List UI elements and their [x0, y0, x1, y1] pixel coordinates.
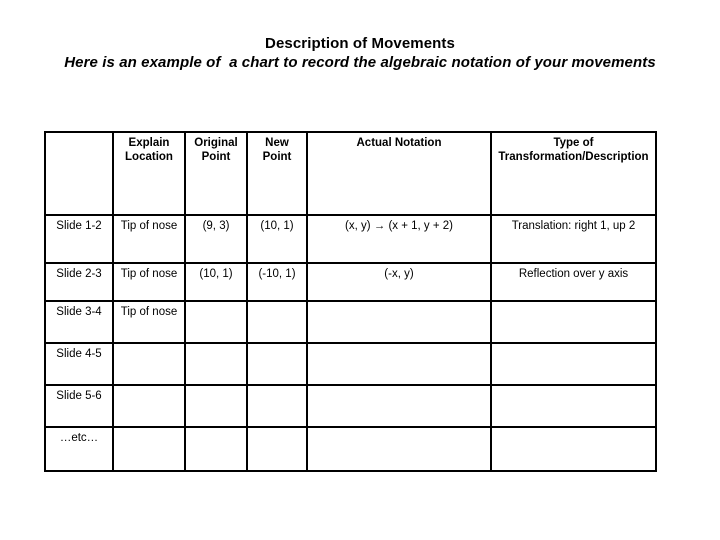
- cell-type-of-transformation[interactable]: [490, 384, 657, 428]
- cell-explain-location[interactable]: Tip of nose: [112, 214, 186, 264]
- cell-slide: Slide 5-6: [44, 384, 114, 428]
- table-row: Slide 2-3 Tip of nose (10, 1) (-10, 1) (…: [44, 262, 657, 302]
- column-header-new-point: New Point: [246, 131, 308, 216]
- cell-slide: Slide 1-2: [44, 214, 114, 264]
- slide-canvas: Description of Movements Here is an exam…: [0, 0, 720, 540]
- table-header-row: Explain Location Original Point New Poin…: [44, 131, 657, 216]
- cell-actual-notation[interactable]: (x, y) → (x + 1, y + 2): [306, 214, 492, 264]
- page-subtitle: Here is an example of a chart to record …: [64, 54, 656, 71]
- cell-original-point[interactable]: [184, 342, 248, 386]
- cell-type-of-transformation[interactable]: [490, 426, 657, 472]
- cell-explain-location[interactable]: Tip of nose: [112, 262, 186, 302]
- table-row: Slide 1-2 Tip of nose (9, 3) (10, 1) (x,…: [44, 214, 657, 264]
- cell-new-point[interactable]: (10, 1): [246, 214, 308, 264]
- cell-type-of-transformation[interactable]: Translation: right 1, up 2: [490, 214, 657, 264]
- cell-actual-notation[interactable]: (-x, y): [306, 262, 492, 302]
- page-title: Description of Movements: [265, 35, 455, 52]
- title-block: Description of Movements Here is an exam…: [36, 34, 684, 73]
- table-row: Slide 4-5: [44, 342, 657, 386]
- column-header-original-point: Original Point: [184, 131, 248, 216]
- cell-new-point[interactable]: [246, 426, 308, 472]
- cell-new-point[interactable]: [246, 300, 308, 344]
- cell-actual-notation[interactable]: [306, 300, 492, 344]
- cell-original-point[interactable]: (10, 1): [184, 262, 248, 302]
- table-header: Explain Location Original Point New Poin…: [44, 131, 657, 216]
- column-header-explain-location: Explain Location: [112, 131, 186, 216]
- cell-type-of-transformation[interactable]: Reflection over y axis: [490, 262, 657, 302]
- table-row: Slide 5-6: [44, 384, 657, 428]
- table-row: Slide 3-4 Tip of nose: [44, 300, 657, 344]
- cell-actual-notation[interactable]: [306, 426, 492, 472]
- table-body: Slide 1-2 Tip of nose (9, 3) (10, 1) (x,…: [44, 214, 657, 472]
- column-header-type-of-transformation: Type of Transformation/Description: [490, 131, 657, 216]
- cell-type-of-transformation[interactable]: [490, 342, 657, 386]
- cell-slide: Slide 4-5: [44, 342, 114, 386]
- cell-new-point[interactable]: [246, 384, 308, 428]
- movements-chart-table: Explain Location Original Point New Poin…: [44, 131, 657, 472]
- cell-explain-location[interactable]: Tip of nose: [112, 300, 186, 344]
- cell-actual-notation[interactable]: [306, 384, 492, 428]
- cell-new-point[interactable]: [246, 342, 308, 386]
- cell-original-point[interactable]: [184, 426, 248, 472]
- column-header-actual-notation: Actual Notation: [306, 131, 492, 216]
- cell-explain-location[interactable]: [112, 342, 186, 386]
- cell-new-point[interactable]: (-10, 1): [246, 262, 308, 302]
- cell-original-point[interactable]: [184, 300, 248, 344]
- cell-slide: …etc…: [44, 426, 114, 472]
- cell-slide: Slide 2-3: [44, 262, 114, 302]
- cell-actual-notation[interactable]: [306, 342, 492, 386]
- cell-type-of-transformation[interactable]: [490, 300, 657, 344]
- cell-slide: Slide 3-4: [44, 300, 114, 344]
- cell-original-point[interactable]: [184, 384, 248, 428]
- column-header-slide: [44, 131, 114, 216]
- cell-explain-location[interactable]: [112, 426, 186, 472]
- cell-explain-location[interactable]: [112, 384, 186, 428]
- table-row: …etc…: [44, 426, 657, 472]
- cell-original-point[interactable]: (9, 3): [184, 214, 248, 264]
